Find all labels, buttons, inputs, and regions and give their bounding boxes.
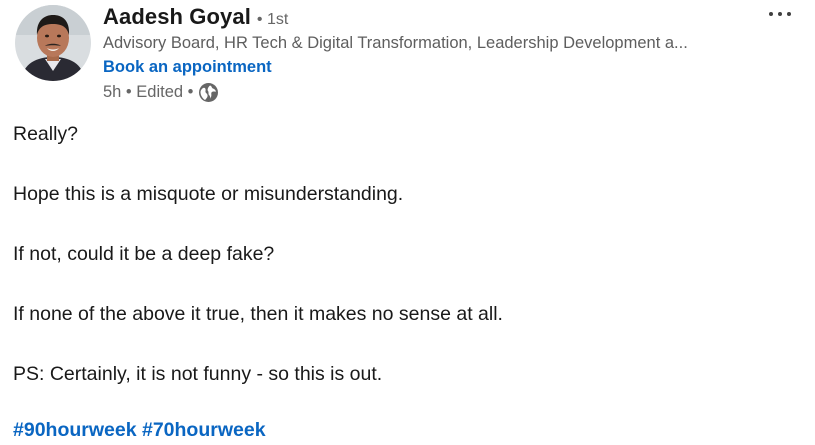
feed-post: Aadesh Goyal • 1st Advisory Board, HR Te…	[0, 0, 815, 445]
hashtag-link[interactable]: #70hourweek	[142, 419, 266, 441]
hashtag-link[interactable]: #90hourweek	[13, 419, 137, 441]
connection-degree: • 1st	[256, 11, 289, 28]
author-avatar[interactable]	[15, 5, 91, 81]
ellipsis-icon	[769, 12, 791, 16]
post-author-block: Aadesh Goyal • 1st Advisory Board, HR Te…	[103, 4, 735, 103]
post-options-button[interactable]	[762, 2, 798, 26]
post-timestamp: 5h • Edited •	[103, 83, 194, 101]
post-meta: 5h • Edited •	[103, 82, 735, 103]
author-name-row: Aadesh Goyal • 1st	[103, 4, 735, 30]
book-appointment-link[interactable]: Book an appointment	[103, 58, 735, 77]
hashtags: #90hourweek #70hourweek	[13, 419, 266, 442]
author-name[interactable]: Aadesh Goyal	[103, 4, 251, 30]
globe-icon	[198, 82, 219, 103]
post-text-line: If not, could it be a deep fake?	[13, 243, 275, 265]
profile-photo	[15, 5, 91, 81]
post-text-line: If none of the above it true, then it ma…	[13, 303, 503, 325]
post-text-line: Hope this is a misquote or misunderstand…	[13, 183, 404, 205]
post-body: Really? Hope this is a misquote or misun…	[13, 120, 795, 420]
post-text-line: PS: Certainly, it is not funny - so this…	[13, 363, 383, 385]
post-text-line: Really?	[13, 123, 79, 145]
author-headline: Advisory Board, HR Tech & Digital Transf…	[103, 34, 688, 52]
